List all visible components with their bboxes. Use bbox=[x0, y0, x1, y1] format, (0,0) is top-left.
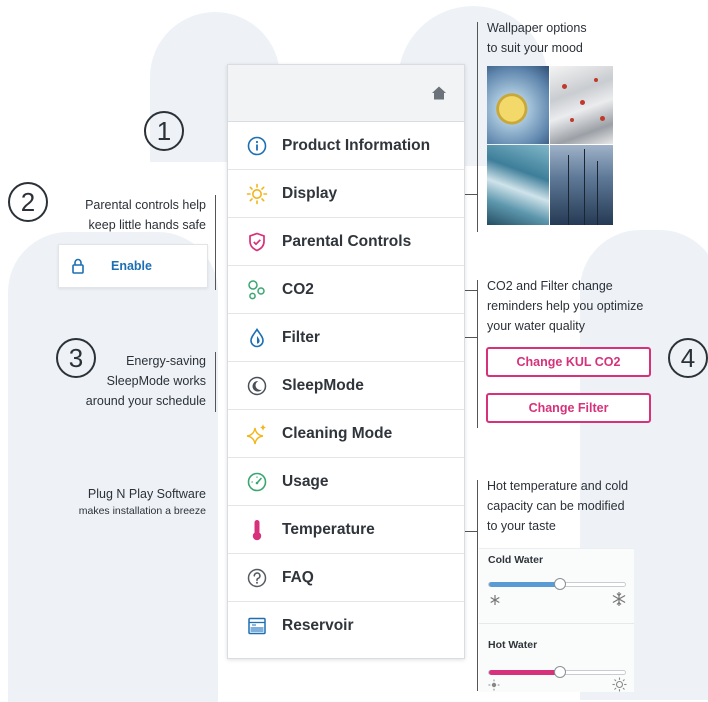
sun-small-icon bbox=[488, 679, 500, 691]
sun-large-icon bbox=[612, 677, 627, 692]
sparkle-icon bbox=[246, 423, 268, 445]
background-blob bbox=[8, 232, 218, 702]
wallpaper-thumb-citrus[interactable] bbox=[487, 66, 549, 144]
plug-subtitle: makes installation a breeze bbox=[78, 505, 206, 517]
info-icon bbox=[246, 135, 268, 157]
menu-item-parental-controls[interactable]: Parental Controls bbox=[228, 218, 464, 266]
shield-icon bbox=[246, 231, 268, 253]
menu-item-label: Usage bbox=[282, 472, 329, 490]
menu-item-usage[interactable]: Usage bbox=[228, 458, 464, 506]
wallpaper-callout: Wallpaper options to suit your mood bbox=[487, 18, 587, 58]
callout-line-text: Wallpaper options bbox=[487, 21, 587, 35]
snowflake-small-icon bbox=[490, 595, 500, 605]
callout-line-text: to your taste bbox=[487, 519, 556, 533]
callout-line bbox=[477, 280, 478, 428]
menu-header bbox=[228, 65, 464, 122]
callout-line-text: Parental controls help bbox=[85, 198, 206, 212]
callout-line bbox=[215, 195, 216, 290]
menu-item-display[interactable]: Display bbox=[228, 170, 464, 218]
callout-line bbox=[477, 22, 478, 232]
settings-menu: Product Information Display Parental Con… bbox=[227, 64, 465, 659]
badge-4: 4 bbox=[668, 338, 708, 378]
parental-enable-card[interactable]: Enable bbox=[58, 244, 208, 288]
bubbles-icon bbox=[246, 279, 268, 301]
plug-callout: Plug N Play Software makes installation … bbox=[20, 484, 206, 518]
callout-line bbox=[477, 480, 478, 691]
menu-item-label: Reservoir bbox=[282, 617, 354, 634]
cold-water-slider-knob[interactable] bbox=[554, 578, 566, 590]
gauge-icon bbox=[246, 471, 268, 493]
lock-icon bbox=[72, 258, 84, 274]
callout-line-text: Energy-saving bbox=[126, 354, 206, 368]
callout-line bbox=[215, 352, 216, 412]
change-filter-button[interactable]: Change Filter bbox=[486, 393, 651, 423]
sleepmode-callout: Energy-saving SleepMode works around you… bbox=[40, 351, 206, 411]
hot-water-slider-knob[interactable] bbox=[554, 666, 566, 678]
thermometer-icon bbox=[246, 519, 268, 541]
wallpaper-thumb-forest[interactable] bbox=[550, 145, 613, 225]
plug-title: Plug N Play Software bbox=[87, 487, 206, 501]
callout-line-text: Hot temperature and cold bbox=[487, 479, 629, 493]
hot-water-label: Hot Water bbox=[488, 639, 538, 651]
menu-item-product-information[interactable]: Product Information bbox=[228, 122, 464, 170]
callout-line-text: around your schedule bbox=[85, 394, 206, 408]
menu-item-cleaning-mode[interactable]: Cleaning Mode bbox=[228, 410, 464, 458]
menu-item-faq[interactable]: FAQ bbox=[228, 554, 464, 602]
callout-line-text: to suit your mood bbox=[487, 41, 583, 55]
badge-1: 1 bbox=[144, 111, 184, 151]
callout-line-text: CO2 and Filter change bbox=[487, 279, 613, 293]
menu-item-label: SleepMode bbox=[282, 376, 364, 394]
menu-item-label: Parental Controls bbox=[282, 232, 412, 250]
panel-divider bbox=[479, 623, 634, 624]
callout-line-text: your water quality bbox=[487, 319, 585, 333]
menu-item-sleepmode[interactable]: SleepMode bbox=[228, 362, 464, 410]
home-icon[interactable] bbox=[431, 85, 447, 101]
menu-item-label: Display bbox=[282, 184, 338, 202]
co2-filter-callout: CO2 and Filter change reminders help you… bbox=[487, 276, 643, 336]
temperature-panel: Cold Water Hot Water bbox=[479, 548, 634, 692]
menu-item-label: Temperature bbox=[282, 520, 375, 538]
temperature-callout: Hot temperature and cold capacity can be… bbox=[487, 476, 628, 536]
cold-water-slider-fill bbox=[489, 582, 560, 587]
moon-icon bbox=[246, 375, 268, 397]
menu-item-co2[interactable]: CO2 bbox=[228, 266, 464, 314]
menu-item-filter[interactable]: Filter bbox=[228, 314, 464, 362]
change-co2-button[interactable]: Change KUL CO2 bbox=[486, 347, 651, 377]
hot-water-slider-fill bbox=[489, 670, 560, 675]
cold-water-label: Cold Water bbox=[488, 554, 544, 566]
enable-label: Enable bbox=[111, 259, 152, 273]
snowflake-large-icon bbox=[612, 592, 626, 606]
menu-item-label: FAQ bbox=[282, 568, 314, 586]
menu-item-label: Cleaning Mode bbox=[282, 424, 393, 442]
menu-item-temperature[interactable]: Temperature bbox=[228, 506, 464, 554]
menu-item-reservoir[interactable]: Reservoir bbox=[228, 602, 464, 650]
callout-line-text: keep little hands safe bbox=[88, 218, 206, 232]
wallpaper-thumb-berries[interactable] bbox=[550, 66, 613, 144]
parental-callout: Parental controls help keep little hands… bbox=[40, 195, 206, 235]
menu-item-label: Filter bbox=[282, 328, 320, 346]
reservoir-icon bbox=[246, 615, 268, 637]
droplet-icon bbox=[246, 327, 268, 349]
sun-icon bbox=[246, 183, 268, 205]
hot-water-slider[interactable] bbox=[488, 666, 626, 678]
callout-line-text: reminders help you optimize bbox=[487, 299, 644, 313]
menu-item-label: CO2 bbox=[282, 280, 314, 298]
cold-water-slider[interactable] bbox=[488, 578, 626, 590]
menu-item-label: Product Information bbox=[282, 136, 431, 154]
callout-line-text: SleepMode works bbox=[106, 374, 206, 388]
wallpaper-thumb-ice[interactable] bbox=[487, 145, 549, 225]
question-icon bbox=[246, 567, 268, 589]
callout-line-text: capacity can be modified bbox=[487, 499, 625, 513]
